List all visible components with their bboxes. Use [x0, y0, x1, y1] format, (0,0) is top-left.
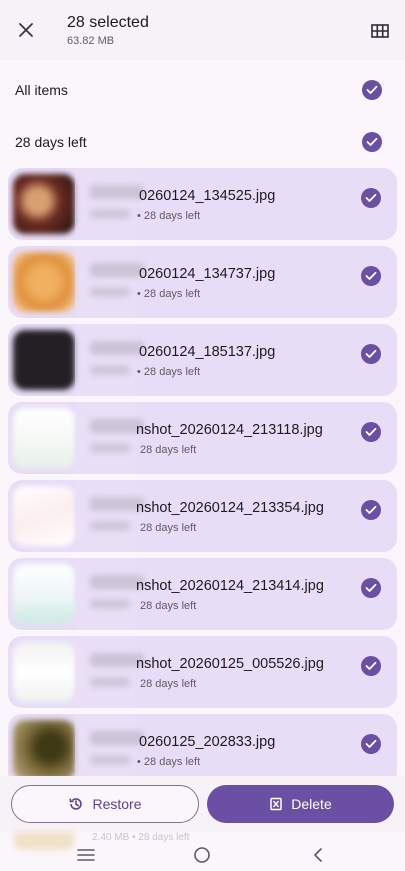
system-navigation-bar: [0, 838, 405, 871]
restore-history-icon: [69, 798, 83, 810]
selected-count: 28 selected: [67, 14, 149, 31]
back-button[interactable]: [306, 843, 330, 867]
restore-button[interactable]: Restore: [11, 785, 199, 823]
total-size: 63.82 MB: [67, 35, 115, 47]
blurred-prefix: [90, 731, 144, 745]
list-item[interactable]: 0260124_134525.jpg • 28 days left: [8, 168, 397, 240]
blurred-prefix: [90, 185, 144, 199]
restore-label: Restore: [92, 796, 142, 812]
photo-thumbnail: [13, 174, 75, 234]
list-item[interactable]: nshot_20260124_213354.jpg 28 days left: [8, 480, 397, 552]
file-name: 0260125_202833.jpg: [139, 734, 276, 750]
photo-thumbnail: [13, 720, 75, 776]
close-selection-button[interactable]: [12, 16, 40, 44]
delete-button[interactable]: Delete: [207, 785, 394, 823]
file-meta: • 28 days left: [137, 210, 201, 222]
file-meta: • 28 days left: [137, 756, 201, 768]
file-meta: 28 days left: [140, 678, 197, 690]
photo-thumbnail: [13, 252, 75, 312]
grid-view-button[interactable]: [367, 18, 393, 44]
home-circle-icon: [194, 847, 210, 863]
days-left-label: 28 days left: [15, 134, 87, 150]
list-item[interactable]: 0260125_202833.jpg • 28 days left: [8, 714, 397, 776]
all-items-row[interactable]: All items: [0, 70, 405, 110]
list-item[interactable]: 0260124_134737.jpg • 28 days left: [8, 246, 397, 318]
top-app-bar: 28 selected 63.82 MB: [0, 0, 405, 60]
file-name: 0260124_134737.jpg: [139, 266, 276, 282]
list-item[interactable]: 0260124_185137.jpg • 28 days left: [8, 324, 397, 396]
photo-thumbnail: [13, 330, 75, 390]
back-chevron-icon: [314, 848, 322, 862]
check-circle-icon[interactable]: [362, 80, 382, 100]
check-circle-icon[interactable]: [361, 266, 381, 286]
file-meta: 28 days left: [140, 444, 197, 456]
check-circle-icon[interactable]: [361, 500, 381, 520]
file-name: nshot_20260125_005526.jpg: [136, 656, 324, 672]
home-button[interactable]: [190, 843, 214, 867]
recent-apps-button[interactable]: [74, 843, 98, 867]
check-circle-icon[interactable]: [361, 422, 381, 442]
file-meta: • 28 days left: [137, 288, 201, 300]
list-item[interactable]: nshot_20260124_213118.jpg 28 days left: [8, 402, 397, 474]
grid-view-icon: [371, 24, 389, 38]
blurred-prefix: [90, 341, 144, 355]
file-name: 0260124_185137.jpg: [139, 344, 276, 360]
file-meta: 28 days left: [140, 600, 197, 612]
file-name: nshot_20260124_213354.jpg: [136, 500, 324, 516]
days-left-group-row[interactable]: 28 days left: [0, 122, 405, 162]
close-icon: [19, 23, 33, 37]
delete-icon: [270, 797, 283, 811]
delete-label: Delete: [291, 796, 332, 812]
menu-lines-icon: [77, 849, 95, 861]
check-circle-icon[interactable]: [361, 734, 381, 754]
file-meta: 28 days left: [140, 522, 197, 534]
file-name: nshot_20260124_213118.jpg: [136, 422, 323, 438]
file-name: 0260124_134525.jpg: [139, 188, 276, 204]
file-meta: • 28 days left: [137, 366, 201, 378]
screenshot-thumbnail: [13, 486, 75, 546]
check-circle-icon[interactable]: [361, 578, 381, 598]
screenshot-thumbnail: [13, 642, 75, 702]
file-name: nshot_20260124_213414.jpg: [136, 578, 324, 594]
screenshot-thumbnail: [13, 564, 75, 624]
check-circle-icon[interactable]: [361, 188, 381, 208]
file-list[interactable]: 0260124_134525.jpg • 28 days left 026012…: [0, 166, 405, 776]
list-item[interactable]: nshot_20260124_213414.jpg 28 days left: [8, 558, 397, 630]
check-circle-icon[interactable]: [362, 132, 382, 152]
list-item[interactable]: nshot_20260125_005526.jpg 28 days left: [8, 636, 397, 708]
check-circle-icon[interactable]: [361, 344, 381, 364]
bottom-action-bar: Restore Delete: [0, 776, 405, 832]
screenshot-thumbnail: [13, 408, 75, 468]
all-items-label: All items: [15, 82, 68, 98]
check-circle-icon[interactable]: [361, 656, 381, 676]
blurred-prefix: [90, 263, 144, 277]
